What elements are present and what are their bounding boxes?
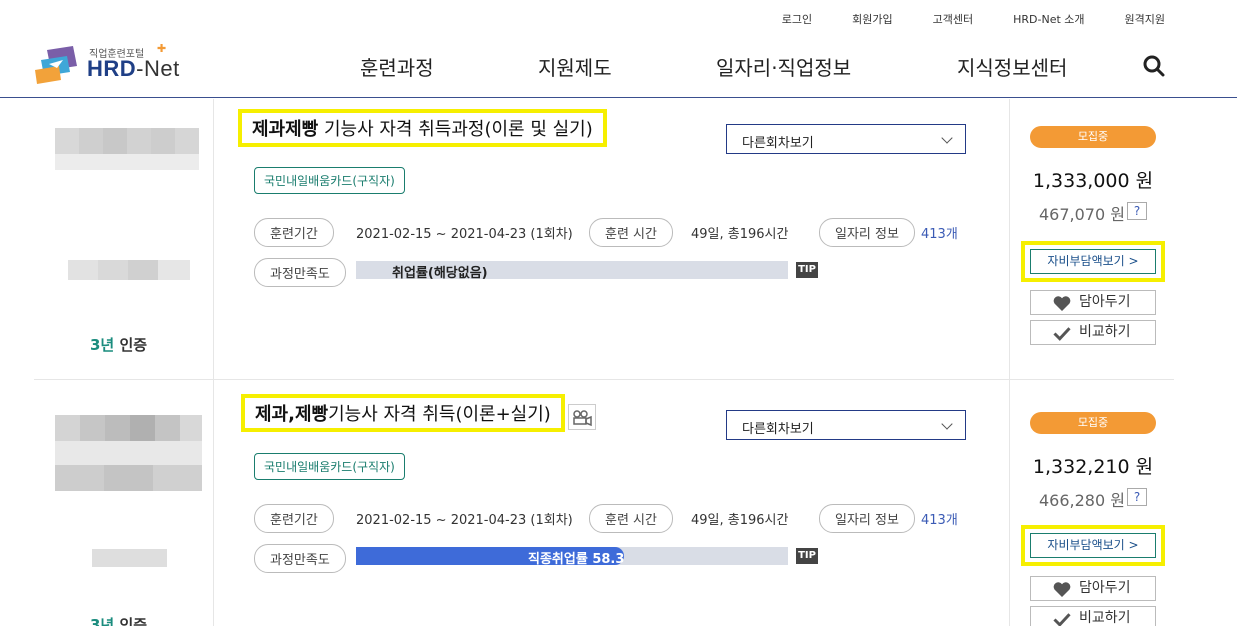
logo-text: HRD-Net (87, 56, 180, 82)
compare-button[interactable]: 비교하기 (1030, 320, 1156, 345)
employment-rate-text: 직종취업률 58.3 (528, 552, 625, 567)
header: 로그인 회원가입 고객센터 HRD-Net 소개 원격지원 직업훈련포털 ✚ H… (0, 0, 1237, 98)
logo-emblem-icon (35, 46, 77, 84)
search-icon[interactable] (1143, 55, 1165, 77)
compare-button[interactable]: 비교하기 (1030, 606, 1156, 626)
heart-icon (1053, 296, 1071, 311)
card-separator (34, 379, 1174, 380)
time-value: 49일, 총196시간 (691, 513, 789, 528)
course-title-rest: 기능사 자격 취득과정(이론 및 실기) (318, 119, 593, 140)
cost-highlight: 자비부담액보기 > (1021, 241, 1165, 282)
round-select-label: 다른회차보기 (742, 422, 814, 437)
about-link[interactable]: HRD-Net 소개 (1013, 11, 1084, 27)
card-type-tag: 국민내일배움카드(구직자) (254, 167, 405, 194)
self-pay-view-button[interactable]: 자비부담액보기 > (1030, 249, 1156, 274)
job-info-label: 일자리 정보 (819, 504, 915, 533)
tip-badge[interactable]: TIP (796, 548, 818, 564)
certification-badge: 3년 인증 (90, 334, 147, 355)
round-select[interactable]: 다른회차보기 (726, 124, 966, 154)
course-title-rest: 기능사 자격 취득(이론+실기) (328, 404, 551, 425)
check-icon (1053, 613, 1071, 626)
save-button-label: 담아두기 (1079, 294, 1131, 310)
save-button[interactable]: 담아두기 (1030, 290, 1156, 315)
round-select[interactable]: 다른회차보기 (726, 410, 966, 440)
remote-support-link[interactable]: 원격지원 (1125, 11, 1165, 27)
logo-plus-icon: ✚ (157, 42, 167, 55)
employment-rate-text: 취업률(해당없음) (392, 266, 488, 281)
institution-logo (92, 549, 167, 567)
job-count-link[interactable]: 413개 (921, 509, 958, 528)
course-title[interactable]: 제과제빵 기능사 자격 취득과정(이론 및 실기) (238, 109, 607, 147)
tip-badge[interactable]: TIP (796, 262, 818, 278)
period-label: 훈련기간 (254, 218, 334, 247)
employment-rate-bar: 직종취업률 58.3 (356, 547, 788, 567)
top-links: 로그인 회원가입 고객센터 HRD-Net 소개 원격지원 (742, 11, 1165, 27)
nav-training-courses[interactable]: 훈련과정 (360, 52, 434, 81)
time-value: 49일, 총196시간 (691, 227, 789, 242)
self-pay-price: 466,280 원 (1039, 491, 1125, 510)
nav-jobs-info[interactable]: 일자리·직업정보 (716, 52, 851, 81)
cert-years: 3년 (90, 336, 115, 354)
chevron-down-icon (941, 132, 953, 144)
column-divider (1009, 99, 1010, 626)
cert-years: 3년 (90, 616, 115, 626)
cert-label: 인증 (114, 616, 148, 626)
nav-knowledge-center[interactable]: 지식정보센터 (957, 52, 1067, 81)
card-type-tag: 국민내일배움카드(구직자) (254, 453, 405, 480)
check-icon (1053, 327, 1071, 341)
cost-highlight: 자비부담액보기 > (1021, 525, 1165, 566)
compare-button-label: 비교하기 (1079, 324, 1131, 340)
self-pay-view-button[interactable]: 자비부담액보기 > (1030, 533, 1156, 558)
job-info-label: 일자리 정보 (819, 218, 915, 247)
chevron-down-icon (941, 418, 953, 430)
period-value: 2021-02-15 ~ 2021-04-23 (1회차) (356, 513, 573, 528)
video-camera-icon[interactable] (568, 404, 596, 430)
period-value: 2021-02-15 ~ 2021-04-23 (1회차) (356, 227, 573, 242)
period-label: 훈련기간 (254, 504, 334, 533)
course-title-bold: 제과,제빵 (255, 404, 329, 425)
logo-text-b: -Net (136, 56, 180, 81)
job-count-link[interactable]: 413개 (921, 223, 958, 242)
help-icon[interactable]: ? (1127, 488, 1147, 506)
course-title-bold: 제과제빵 (252, 119, 319, 140)
course-thumbnail (55, 128, 199, 170)
logo-text-a: HRD (87, 56, 137, 81)
time-label: 훈련 시간 (589, 218, 673, 247)
save-button[interactable]: 담아두기 (1030, 576, 1156, 601)
course-title[interactable]: 제과,제빵기능사 자격 취득(이론+실기) (241, 394, 565, 432)
certification-badge: 3년 인증 (90, 614, 147, 626)
employment-rate-bar: 취업률(해당없음) (356, 261, 788, 281)
cert-label: 인증 (114, 336, 148, 354)
signup-link[interactable]: 회원가입 (852, 11, 892, 27)
time-label: 훈련 시간 (589, 504, 673, 533)
heart-icon (1053, 582, 1071, 597)
nav-support-system[interactable]: 지원제도 (538, 52, 612, 81)
compare-button-label: 비교하기 (1079, 610, 1131, 626)
login-link[interactable]: 로그인 (782, 11, 812, 27)
save-button-label: 담아두기 (1079, 580, 1131, 596)
course-price: 1,332,210 원 (1032, 456, 1154, 478)
course-thumbnail (55, 415, 202, 491)
satisfaction-label: 과정만족도 (254, 544, 346, 573)
column-divider (213, 99, 214, 626)
self-pay-price: 467,070 원 (1039, 205, 1125, 224)
institution-logo (68, 260, 190, 280)
round-select-label: 다른회차보기 (742, 136, 814, 151)
help-icon[interactable]: ? (1127, 202, 1147, 220)
logo[interactable]: 직업훈련포털 ✚ HRD-Net (33, 42, 203, 86)
course-price: 1,333,000 원 (1032, 170, 1154, 192)
satisfaction-label: 과정만족도 (254, 258, 346, 287)
status-badge: 모집중 (1030, 126, 1156, 148)
status-badge: 모집중 (1030, 412, 1156, 434)
customer-center-link[interactable]: 고객센터 (933, 11, 973, 27)
